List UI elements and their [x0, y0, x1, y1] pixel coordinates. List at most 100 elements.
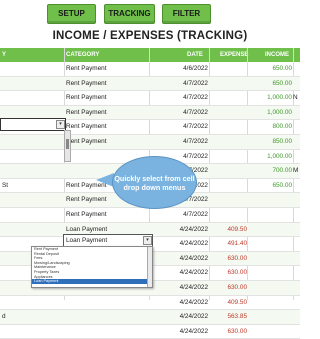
expense-cell[interactable]: 563.85 [210, 310, 247, 324]
expense-cell[interactable] [210, 193, 247, 207]
row-last-cell[interactable] [293, 135, 300, 149]
income-cell[interactable] [248, 296, 292, 310]
expense-cell[interactable] [210, 62, 247, 76]
dropdown-option[interactable]: Loan Payment [32, 279, 152, 284]
category-dropdown-list[interactable]: Rent Payment Rental Deposit Fees Mowing/Lan… [31, 246, 153, 288]
expense-cell[interactable] [210, 164, 247, 178]
expense-cell[interactable] [210, 208, 247, 222]
row-first-cell[interactable] [0, 296, 62, 310]
expense-cell[interactable]: 409.50 [210, 296, 247, 310]
row-first-cell[interactable] [0, 62, 62, 76]
income-cell[interactable]: 1,000.00 [248, 91, 292, 105]
category-cell[interactable]: Rent Payment [65, 106, 146, 120]
filter-button[interactable]: FILTER [162, 4, 211, 24]
date-cell[interactable]: 4/24/2022 [150, 310, 208, 324]
income-cell[interactable]: 700.00 [248, 164, 292, 178]
expense-cell[interactable] [210, 135, 247, 149]
row-last-cell[interactable] [293, 310, 300, 324]
date-cell[interactable]: 4/24/2022 [150, 296, 208, 310]
row-first-cell[interactable] [0, 77, 62, 91]
category-cell[interactable]: Rent Payment [65, 135, 146, 149]
row-last-cell[interactable] [293, 296, 300, 310]
category-cell[interactable]: Rent Payment [65, 91, 146, 105]
date-cell[interactable]: 4/24/2022 [150, 252, 208, 266]
dropdown-arrow-icon[interactable]: ▾ [56, 120, 65, 129]
category-cell[interactable] [65, 296, 146, 310]
row-first-cell[interactable]: d [0, 310, 62, 324]
row-last-cell[interactable] [293, 106, 300, 120]
row-first-cell[interactable] [0, 91, 62, 105]
income-cell[interactable]: 650.00 [248, 179, 292, 193]
row-last-cell[interactable] [293, 237, 300, 251]
row-last-cell[interactable]: N [293, 91, 300, 105]
row-last-cell[interactable] [293, 62, 300, 76]
category-cell[interactable] [65, 325, 146, 339]
row-last-cell[interactable] [293, 208, 300, 222]
row-first-cell[interactable] [0, 193, 62, 207]
income-cell[interactable]: 800.00 [248, 120, 292, 134]
expense-cell[interactable] [210, 179, 247, 193]
row-last-cell[interactable] [293, 281, 300, 295]
expense-cell[interactable]: 409.50 [210, 223, 247, 237]
expense-cell[interactable] [210, 77, 247, 91]
income-cell[interactable] [248, 223, 292, 237]
tracking-button[interactable]: TRACKING [104, 4, 155, 24]
row-last-cell[interactable] [293, 252, 300, 266]
expense-cell[interactable]: 630.00 [210, 325, 247, 339]
income-cell[interactable] [248, 252, 292, 266]
income-cell[interactable] [248, 310, 292, 324]
dropdown-scrollbar[interactable] [147, 247, 152, 287]
dropdown-arrow-icon[interactable]: ▾ [143, 236, 152, 245]
scroll-thumb[interactable] [66, 139, 69, 149]
income-cell[interactable] [248, 237, 292, 251]
row-last-cell[interactable] [293, 223, 300, 237]
row-first-cell[interactable]: St [0, 179, 62, 193]
expense-cell[interactable]: 630.00 [210, 252, 247, 266]
row-first-cell[interactable] [0, 135, 62, 149]
row-last-cell[interactable] [293, 325, 300, 339]
income-cell[interactable]: 1,000.00 [248, 106, 292, 120]
income-cell[interactable]: 650.00 [248, 62, 292, 76]
category-cell[interactable]: Rent Payment [65, 120, 146, 134]
row-first-cell[interactable] [0, 208, 62, 222]
expense-cell[interactable] [210, 106, 247, 120]
income-cell[interactable] [248, 266, 292, 280]
date-cell[interactable]: 4/7/2022 [150, 135, 208, 149]
date-cell[interactable]: 4/7/2022 [150, 208, 208, 222]
setup-button[interactable]: SETUP [47, 4, 96, 24]
row-first-cell[interactable] [0, 223, 62, 237]
category-cell[interactable]: Rent Payment [65, 77, 146, 91]
category-cell[interactable] [65, 310, 146, 324]
date-cell[interactable]: 4/6/2022 [150, 62, 208, 76]
expense-cell[interactable] [210, 120, 247, 134]
income-cell[interactable] [248, 208, 292, 222]
date-cell[interactable]: 4/24/2022 [150, 325, 208, 339]
expense-cell[interactable]: 630.00 [210, 266, 247, 280]
row-last-cell[interactable] [293, 193, 300, 207]
row-first-cell[interactable] [0, 164, 62, 178]
income-cell[interactable] [248, 325, 292, 339]
expense-cell[interactable]: 630.00 [210, 281, 247, 295]
date-cell[interactable]: 4/24/2022 [150, 237, 208, 251]
row-last-cell[interactable] [293, 120, 300, 134]
date-cell[interactable]: 4/7/2022 [150, 77, 208, 91]
row-first-cell[interactable] [0, 325, 62, 339]
row-last-cell[interactable]: M [293, 164, 300, 178]
category-cell[interactable]: Rent Payment [65, 208, 146, 222]
expense-cell[interactable] [210, 150, 247, 164]
date-cell[interactable]: 4/7/2022 [150, 120, 208, 134]
income-cell[interactable] [248, 193, 292, 207]
income-cell[interactable]: 650.00 [248, 77, 292, 91]
category-cell[interactable]: Rent Payment [65, 62, 146, 76]
expense-cell[interactable] [210, 91, 247, 105]
row-last-cell[interactable] [293, 266, 300, 280]
row-first-cell[interactable] [0, 150, 62, 164]
date-cell[interactable]: 4/7/2022 [150, 91, 208, 105]
date-cell[interactable]: 4/24/2022 [150, 281, 208, 295]
row-last-cell[interactable] [293, 179, 300, 193]
expense-cell[interactable]: 491.40 [210, 237, 247, 251]
row-last-cell[interactable] [293, 77, 300, 91]
row-last-cell[interactable] [293, 150, 300, 164]
income-cell[interactable]: 850.00 [248, 135, 292, 149]
date-cell[interactable]: 4/7/2022 [150, 106, 208, 120]
